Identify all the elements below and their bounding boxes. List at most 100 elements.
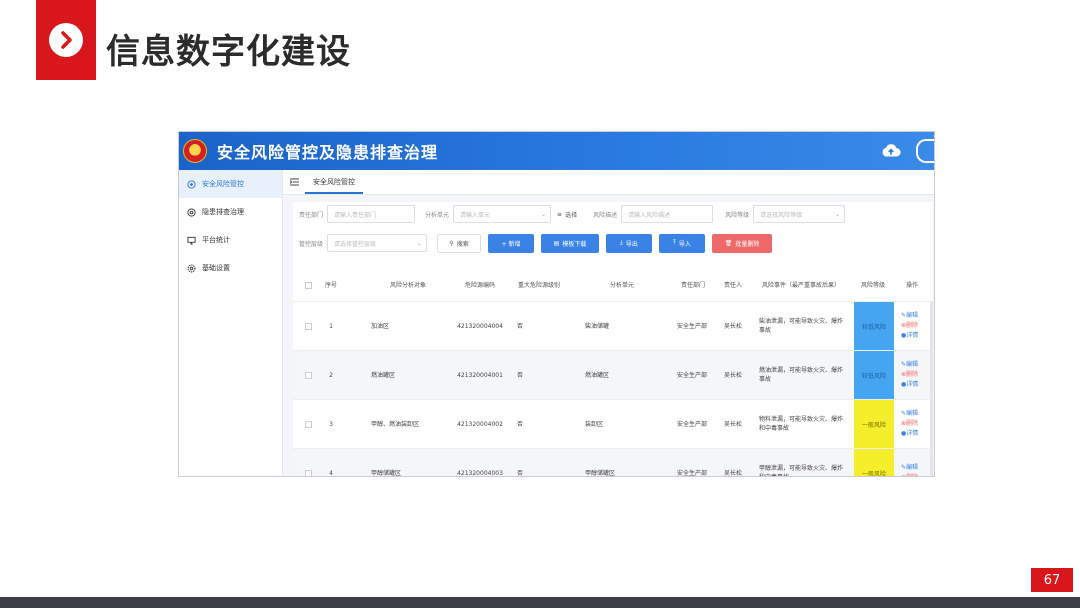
sidebar-item-risk-control[interactable]: 安全风险管控 [179, 170, 282, 198]
file-icon: ▤ [553, 239, 560, 247]
batch-delete-label: 批量删除 [735, 240, 760, 248]
delete-link[interactable]: ⊗删除 [901, 370, 931, 380]
cell-person: 吴长松 [723, 322, 742, 330]
detail-label: 详情 [906, 381, 919, 389]
cell-major: 否 [517, 371, 524, 379]
row-actions: ✎编辑 ⊗删除 ●详情 [901, 400, 931, 448]
col-dept: 责任部门 [680, 282, 705, 289]
bottom-bar [0, 597, 1080, 608]
cell-event: 柴油泄漏，可能导致火灾、爆炸事故 [759, 318, 844, 334]
select-label[interactable]: 选择 [565, 210, 577, 219]
page-number: 67 [1031, 568, 1073, 592]
row-checkbox[interactable] [304, 420, 312, 428]
sidebar-item-label: 平台统计 [202, 236, 230, 244]
export-button-label: 导出 [625, 240, 638, 248]
sidebar-item-hazard[interactable]: 隐患排查治理 [179, 198, 282, 226]
row-actions: ✎编辑 ⊗删除 ●详情 [901, 302, 931, 350]
import-button[interactable]: ⤒ 导入 [659, 233, 706, 253]
download-icon: ⤓ [620, 239, 623, 246]
sidebar-item-settings[interactable]: 基础设置 [179, 254, 282, 282]
user-avatar-icon[interactable] [916, 139, 934, 163]
row-checkbox[interactable] [304, 371, 312, 379]
cell-code: 421320004002 [457, 420, 503, 428]
unit-input[interactable]: 请输入单元 ⌄ [453, 205, 552, 223]
sidebar-item-statistics[interactable]: 平台统计 [179, 226, 282, 254]
slide-title: 信息数字化建设 [106, 32, 351, 72]
table-row: 1 加油区 421320004004 否 柴油储罐 安全生产部 吴长松 柴油泄漏… [293, 302, 933, 351]
shield-icon [187, 179, 196, 189]
desc-input[interactable]: 请输入风险描述 [621, 205, 714, 223]
title-badge [36, 0, 96, 80]
cell-code: 421320004003 [457, 469, 503, 477]
row-checkbox[interactable] [304, 469, 312, 476]
risk-level-badge: 较低风险 [854, 302, 894, 350]
col-major: 重大危险源级别 [517, 282, 560, 289]
delete-label: 删除 [906, 370, 919, 378]
vertical-scrollbar[interactable] [930, 302, 933, 476]
level-placeholder: 请选择风险等级 [760, 211, 803, 219]
search-icon: ⚲ [449, 239, 454, 247]
gear-icon [187, 264, 196, 273]
cell-event: 物料泄漏，可能导致火灾、爆炸和中毒事故 [759, 416, 844, 432]
search-button[interactable]: ⚲ 搜索 [437, 233, 482, 253]
delete-link[interactable]: ⊗删除 [901, 321, 931, 331]
cell-major: 否 [517, 469, 524, 477]
upload-icon: ⤒ [673, 239, 676, 246]
template-download-button[interactable]: ▤ 模板下载 [541, 233, 600, 253]
delete-link[interactable]: ⊗删除 [901, 419, 931, 429]
table-row: 2 燃油罐区 421320004001 否 燃油罐区 安全生产部 吴长松 燃油泄… [293, 351, 933, 400]
delete-label: 删除 [906, 321, 919, 329]
cell-unit: 甲醇储罐区 [585, 469, 616, 477]
level-select[interactable]: 请选择风险等级 ⌄ [753, 205, 846, 223]
col-no: 序号 [324, 282, 337, 289]
row-checkbox[interactable] [304, 322, 312, 330]
delete-link[interactable]: ⊗删除 [901, 473, 931, 476]
export-button[interactable]: ⤓ 导出 [606, 233, 653, 253]
edit-link[interactable]: ✎编辑 [901, 409, 931, 419]
batch-delete-button[interactable]: 🗑 批量删除 [712, 233, 773, 253]
menu-toggle-icon[interactable] [283, 169, 305, 194]
detail-link[interactable]: ●详情 [901, 331, 931, 341]
mgmt-placeholder: 请选择管控层级 [334, 240, 377, 248]
edit-link[interactable]: ✎编辑 [901, 360, 931, 370]
tab-bar: 安全风险管控 [283, 169, 934, 195]
filter-row-1: 责任部门 请输入责任部门 分析单元 请输入单元 ⌄ ≡ 选择 风险描述 请输入风… [299, 204, 846, 224]
detail-label: 详情 [906, 332, 919, 340]
emblem-icon [183, 139, 207, 163]
sidebar-item-label: 基础设置 [202, 264, 230, 272]
cell-person: 吴长松 [723, 420, 742, 428]
col-level: 风险等级 [860, 282, 885, 289]
desc-label: 风险描述 [593, 211, 618, 219]
cell-unit: 装卸区 [585, 420, 604, 428]
risk-level-badge: 较低风险 [854, 351, 894, 399]
sidebar: 安全风险管控 隐患排查治理 平台统计 基础设置 [179, 170, 283, 476]
add-button[interactable]: + 新增 [488, 233, 535, 253]
select-all-checkbox[interactable] [304, 282, 312, 289]
dept-input[interactable]: 请输入责任部门 [327, 205, 416, 223]
cloud-upload-icon[interactable] [880, 140, 902, 162]
level-label: 风险等级 [725, 211, 750, 219]
edit-link[interactable]: ✎编辑 [901, 311, 931, 321]
tab-risk-control[interactable]: 安全风险管控 [305, 172, 363, 194]
unit-placeholder: 请输入单元 [460, 211, 491, 219]
edit-label: 编辑 [906, 311, 919, 319]
trash-icon: 🗑 [724, 239, 733, 247]
mgmt-label: 管控层级 [299, 240, 324, 248]
cell-dept: 安全生产部 [677, 420, 708, 428]
slide: 信息数字化建设 安全风险管控及隐患排查治理 安全风险管控 隐患排查治理 平台统计 [0, 0, 1080, 608]
mgmt-select[interactable]: 请选择管控层级 ⌄ [327, 234, 428, 252]
cell-object: 甲醇储罐区 [371, 469, 402, 477]
content-panel: 责任部门 请输入责任部门 分析单元 请输入单元 ⌄ ≡ 选择 风险描述 请输入风… [293, 202, 933, 477]
table-row: 4 甲醇储罐区 421320004003 否 甲醇储罐区 安全生产部 吴长松 甲… [293, 449, 933, 477]
row-actions: ✎编辑 ⊗删除 ●详情 [901, 351, 931, 399]
sidebar-item-label: 安全风险管控 [202, 180, 244, 188]
table-row: 3 甲醇、燃油装卸区 421320004002 否 装卸区 安全生产部 吴长松 … [293, 400, 933, 449]
list-icon: ≡ [557, 210, 563, 218]
cell-unit: 柴油储罐 [585, 322, 610, 330]
edit-link[interactable]: ✎编辑 [901, 463, 931, 473]
detail-link[interactable]: ●详情 [901, 380, 931, 390]
monitor-icon [187, 236, 196, 245]
cell-event: 燃油泄漏，可能导致火灾、爆炸事故 [759, 367, 844, 383]
cell-no: 3 [329, 420, 333, 428]
detail-link[interactable]: ●详情 [901, 429, 931, 439]
